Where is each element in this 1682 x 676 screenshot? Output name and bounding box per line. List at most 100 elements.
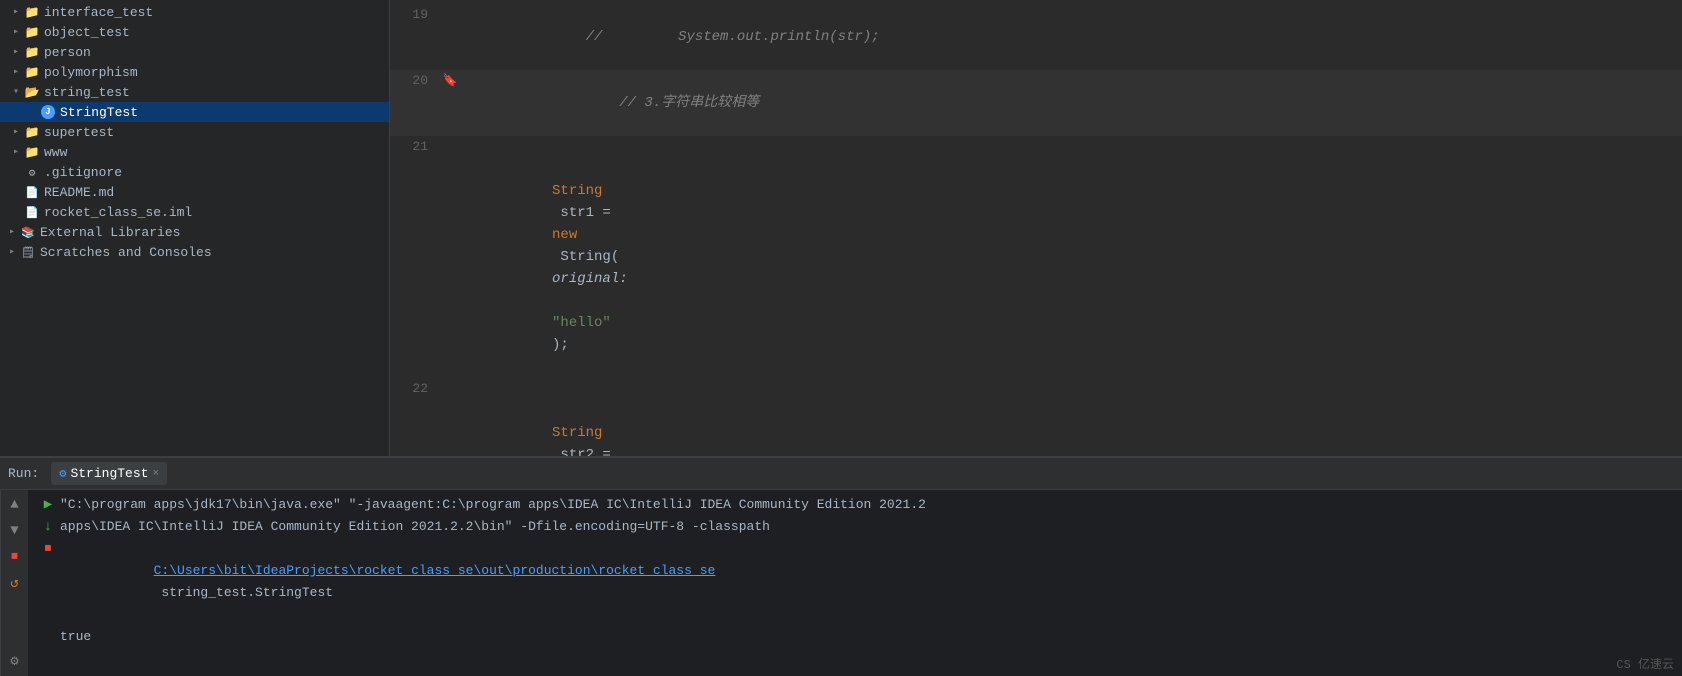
sidebar-item-label: StringTest xyxy=(60,105,138,120)
console-line-4: true xyxy=(28,626,1682,648)
code-token: String xyxy=(552,425,602,441)
watermark-text: CS 亿速云 xyxy=(1616,655,1674,672)
code-line-20: 20 🔖 // 3.字符串比较相等 xyxy=(390,70,1682,136)
console-text-suffix: string_test.StringTest xyxy=(154,585,333,600)
sidebar-item-string_test[interactable]: string_test xyxy=(0,82,389,102)
folder-icon xyxy=(24,44,40,60)
code-token: String xyxy=(552,183,602,199)
console-line-1: ▶ "C:\program apps\jdk17\bin\java.exe" "… xyxy=(28,494,1682,516)
tree-arrow-www xyxy=(8,144,24,160)
stop-run-button[interactable]: ⏹ xyxy=(4,546,26,568)
sidebar-item-label: rocket_class_se.iml xyxy=(44,205,192,220)
code-token xyxy=(552,403,619,419)
console-line-2: ↓ apps\IDEA IC\IntelliJ IDEA Community E… xyxy=(28,516,1682,538)
stop-icon: ⏹ xyxy=(45,538,52,560)
sidebar-item-label: object_test xyxy=(44,25,130,40)
code-token: original: xyxy=(552,271,628,287)
git-icon xyxy=(24,164,40,180)
sidebar-item-readme[interactable]: README.md xyxy=(0,182,389,202)
console-text-4: true xyxy=(60,626,1674,648)
code-token: str2 = xyxy=(552,447,619,456)
sidebar-item-label: .gitignore xyxy=(44,165,122,180)
editor-area: 19 // System.out.println(str); 20 🔖 // 3… xyxy=(390,0,1682,456)
file-link[interactable]: C:\Users\bit\IdeaProjects\rocket_class_s… xyxy=(154,563,716,578)
settings-button[interactable]: ⚙ xyxy=(4,650,26,672)
lib-icon xyxy=(20,224,36,240)
sidebar-item-object_test[interactable]: object_test xyxy=(0,22,389,42)
console-text-3: C:\Users\bit\IdeaProjects\rocket_class_s… xyxy=(60,538,1674,626)
bookmark-icon: 🔖 xyxy=(443,70,458,92)
line-number-20: 20 xyxy=(390,70,440,92)
sidebar-item-label: string_test xyxy=(44,85,130,100)
tab-label: StringTest xyxy=(70,466,148,481)
sidebar-item-www[interactable]: www xyxy=(0,142,389,162)
sidebar-item-label: polymorphism xyxy=(44,65,138,80)
run-label: Run: xyxy=(8,466,39,481)
tab-close-button[interactable]: × xyxy=(152,468,159,480)
sidebar-item-person[interactable]: person xyxy=(0,42,389,62)
bottom-panel: Run: ⚙ StringTest × ▲ ▼ ⏹ ↺ ⚙ ▶ "C:\prog… xyxy=(0,456,1682,676)
sidebar-item-StringTest[interactable]: StringTest xyxy=(0,102,389,122)
folder-icon xyxy=(24,144,40,160)
folder-icon xyxy=(24,4,40,20)
reload-button[interactable]: ↺ xyxy=(4,572,26,594)
sidebar-item-label: interface_test xyxy=(44,5,153,20)
console-gutter-2: ↓ xyxy=(36,516,60,538)
line-content-21: String str1 = new String( original: "hel… xyxy=(460,136,1682,378)
console-text-2: apps\IDEA IC\IntelliJ IDEA Community Edi… xyxy=(60,516,1674,538)
code-container[interactable]: 19 // System.out.println(str); 20 🔖 // 3… xyxy=(390,0,1682,456)
console-gutter-3: ⏹ xyxy=(36,538,60,560)
panel-content-wrapper: ▶ "C:\program apps\jdk17\bin\java.exe" "… xyxy=(28,490,1682,676)
scroll-down-button[interactable]: ▼ xyxy=(4,520,26,542)
folder-icon xyxy=(24,24,40,40)
panel-tab-stringtest[interactable]: ⚙ StringTest × xyxy=(51,462,167,485)
scratch-icon xyxy=(20,244,36,260)
tree-arrow-scratches xyxy=(4,244,20,260)
sidebar-item-label: README.md xyxy=(44,185,114,200)
sidebar-item-gitignore[interactable]: .gitignore xyxy=(0,162,389,182)
code-token xyxy=(552,293,560,309)
line-content-19: // System.out.println(str); xyxy=(460,4,1682,70)
tree-arrow-interface_test xyxy=(8,4,24,20)
tree-arrow-string_test xyxy=(8,84,24,100)
console-line-3: ⏹ C:\Users\bit\IdeaProjects\rocket_class… xyxy=(28,538,1682,626)
sidebar-item-iml[interactable]: rocket_class_se.iml xyxy=(0,202,389,222)
run-arrow-icon: ▶ xyxy=(44,494,52,516)
console-gutter-1: ▶ xyxy=(36,494,60,516)
line-number-22: 22 xyxy=(390,378,440,400)
code-token: "hello" xyxy=(552,315,611,331)
sidebar-item-external-libs[interactable]: External Libraries xyxy=(0,222,389,242)
code-line-21: 21 String str1 = new String( original: "… xyxy=(390,136,1682,378)
watermark: CS 亿速云 xyxy=(1616,655,1674,672)
line-content-20: // 3.字符串比较相等 xyxy=(460,70,1682,136)
tree-arrow-person xyxy=(8,44,24,60)
scroll-up-button[interactable]: ▲ xyxy=(4,494,26,516)
md-icon xyxy=(24,184,40,200)
panel-content[interactable]: ▶ "C:\program apps\jdk17\bin\java.exe" "… xyxy=(28,490,1682,676)
down-arrow-icon: ↓ xyxy=(44,516,52,538)
sidebar-item-interface_test[interactable]: interface_test xyxy=(0,2,389,22)
folder-icon xyxy=(24,64,40,80)
line-gutter-20: 🔖 xyxy=(440,70,460,92)
line-number-19: 19 xyxy=(390,4,440,26)
java-file-icon xyxy=(40,104,56,120)
sidebar-item-scratches[interactable]: Scratches and Consoles xyxy=(0,242,389,262)
folder-icon xyxy=(24,124,40,140)
line-content-22: String str2 = new String( original: "Hel… xyxy=(460,378,1682,456)
sidebar-item-label: External Libraries xyxy=(40,225,180,240)
tree-arrow-polymorphism xyxy=(8,64,24,80)
console-text-1: "C:\program apps\jdk17\bin\java.exe" "-j… xyxy=(60,494,1674,516)
code-token: // System.out.println(str); xyxy=(552,29,880,45)
code-token: new xyxy=(552,227,577,243)
code-token: str1 = xyxy=(552,205,619,221)
tree-arrow-object_test xyxy=(8,24,24,40)
sidebar: interface_test object_test person polymo… xyxy=(0,0,390,456)
sidebar-item-polymorphism[interactable]: polymorphism xyxy=(0,62,389,82)
sidebar-item-supertest[interactable]: supertest xyxy=(0,122,389,142)
panel-body: ▲ ▼ ⏹ ↺ ⚙ ▶ "C:\program apps\jdk17\bin\j… xyxy=(0,490,1682,676)
tree-arrow-supertest xyxy=(8,124,24,140)
code-token: String( xyxy=(552,249,628,265)
panel-side-icons: ▲ ▼ ⏹ ↺ ⚙ xyxy=(0,490,28,676)
code-token xyxy=(552,161,619,177)
code-line-22: 22 String str2 = new String( original: "… xyxy=(390,378,1682,456)
